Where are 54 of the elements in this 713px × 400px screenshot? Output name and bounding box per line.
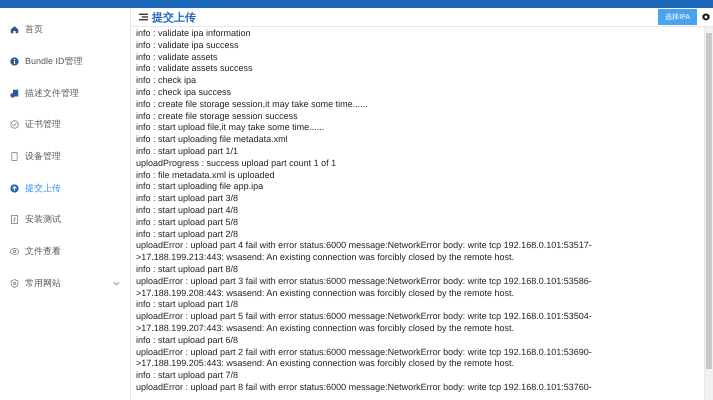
log-line: info : start upload part 6/8 [136,334,240,347]
sidebar-item[interactable]: 提交上传 [0,172,130,204]
log-line: info : start upload part 4/8 [136,204,240,217]
document-icon [10,88,19,98]
sidebar-item[interactable]: 描述文件管理 [0,77,130,110]
log-line: info : start upload part 1/1 [136,146,240,158]
sidebar-item[interactable]: 常用网站 [0,268,130,300]
phone-icon [10,152,19,162]
sidebar-item[interactable]: 设备管理 [0,140,130,172]
page-title: 提交上传 [152,10,196,24]
log-line: info : start upload part 2/8 [136,228,240,240]
log-line: uploadError : upload part 2 fail with error status:6000 message:NetworkError body: write tcp 192.168.0.101:53690- [136,346,593,358]
sidebar-item[interactable]: Bundle ID管理 [0,46,130,78]
log-line: uploadError : upload part 3 fail with error status:6000 message:NetworkError body: write tcp 192.168.0.101:53586- [136,276,593,288]
check-circle-icon [10,120,19,130]
log-line: >17.188.199.207:443: wsasend: An existing connection was forcibly closed by the remote host. [136,322,515,335]
log-line: info : validate assets [136,52,219,64]
info-icon [10,57,19,66]
upload-icon [10,184,19,193]
log-line: >17.188.199.213:443: wsasend: An existing connection was forcibly closed by the remote host. [136,252,515,264]
log-line: info : start upload part 5/8 [136,216,240,229]
log-line: info : validate ipa information [136,28,252,40]
log-line: >17.188.199.208:443: wsasend: An existing connection was forcibly closed by the remote host. [136,288,515,300]
chevron-down-icon[interactable] [113,280,120,286]
log-line: info : start upload part 7/8 [136,370,240,382]
log-line: info : file metadata.xml is uploaded [136,170,276,182]
log-line: info : create file storage session,it may take some time...... [136,98,369,111]
log-line: info : create file storage session success [136,110,299,122]
log-line: uploadError : upload part 8 fail with error status:6000 message:NetworkError body: write tcp 192.168.0.101:53760- [136,382,593,394]
log-line: info : start upload part 1/8 [136,299,240,312]
log-line: info : check ipa success [136,86,232,99]
log-line: >17.188.199.205:443: wsasend: An existing connection was forcibly closed by the remote host. [136,358,515,370]
log-line: uploadProgress : success upload part count 1 of 1 [136,158,338,170]
document-icon [10,215,19,224]
log-line: info : start uploading file app.ipa [136,181,264,194]
log-line: info : start upload file,it may take some time...... [136,122,326,134]
log-line: uploadError : upload part 5 fail with error status:6000 message:NetworkError body: write tcp 192.168.0.101:53504- [136,311,593,323]
log-line: uploadError : upload part 4 fail with error status:6000 message:NetworkError body: write tcp 192.168.0.101:53517- [136,240,593,252]
log-line: info : start upload part 3/8 [136,193,240,205]
log-line: info : check ipa [136,75,198,87]
sidebar-item[interactable]: 证书管理 [0,109,130,141]
log-line: info : start upload part 8/8 [136,264,240,276]
settings-icon[interactable] [701,12,711,22]
menu-icon[interactable] [139,13,148,21]
log-line: info : validate assets success [136,63,254,76]
log-line: info : start uploading file metadata.xml [136,134,289,146]
sidebar-item[interactable]: 文件查看 [0,236,130,268]
sidebar-item[interactable]: 安装测试 [0,204,130,236]
sidebar-item[interactable]: 首页 [0,14,130,46]
log-line: info : validate ipa success [136,40,240,52]
home-icon [10,25,19,34]
scrollbar[interactable] [704,27,713,400]
eye-icon [10,247,19,256]
shield-icon [10,278,19,288]
